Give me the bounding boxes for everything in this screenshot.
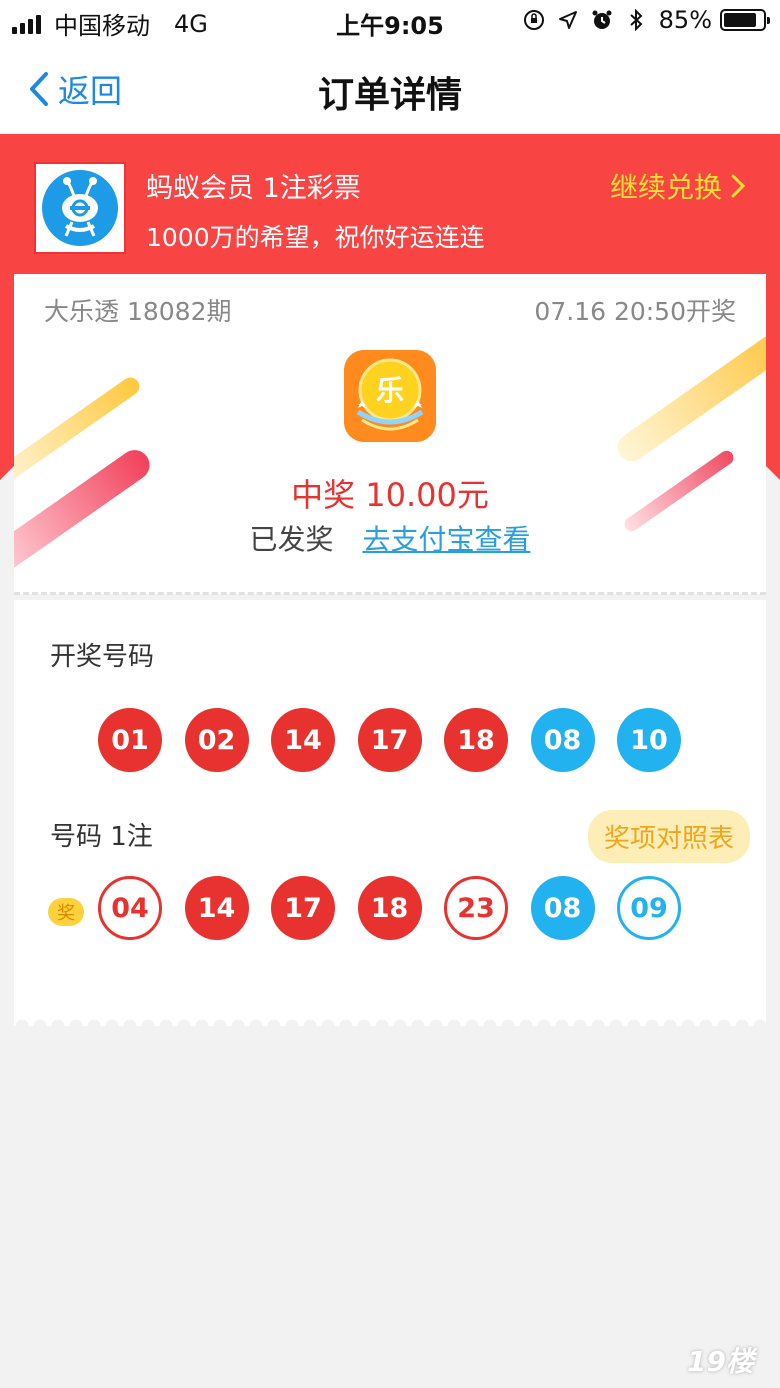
header-corner-right bbox=[764, 464, 780, 480]
number-ball: 14 bbox=[271, 708, 335, 772]
number-ball: 18 bbox=[444, 708, 508, 772]
nav-bar: 返回 订单详情 bbox=[0, 44, 780, 134]
number-ball: 01 bbox=[98, 708, 162, 772]
continue-redeem-link[interactable]: 继续兑换 bbox=[610, 166, 746, 206]
location-icon bbox=[555, 7, 581, 33]
prize-amount: 中奖 10.00元 bbox=[291, 476, 489, 514]
number-ball: 23 bbox=[444, 876, 508, 940]
promo-subtitle: 1000万的希望，祝你好运连连 bbox=[146, 223, 485, 252]
promo-title: 蚂蚁会员 1注彩票 bbox=[146, 173, 361, 204]
bet-numbers-label: 号码 1注 bbox=[50, 822, 153, 852]
battery-icon bbox=[720, 9, 770, 31]
page-title: 订单详情 bbox=[317, 75, 462, 116]
number-ball: 04 bbox=[98, 876, 162, 940]
site-watermark: 19楼 bbox=[687, 1345, 754, 1378]
ant-logo-icon bbox=[42, 170, 118, 246]
battery-percent: 85% bbox=[658, 6, 712, 34]
ticket-scallop-edge bbox=[14, 1016, 766, 1026]
lottery-logo-text: 乐 bbox=[376, 374, 404, 407]
decorative-stripe bbox=[612, 329, 766, 467]
orientation-lock-icon bbox=[521, 7, 547, 33]
lottery-issue: 大乐透 18082期 bbox=[44, 297, 232, 326]
number-ball: 10 bbox=[617, 708, 681, 772]
ticket-divider bbox=[14, 592, 766, 596]
number-ball: 02 bbox=[184, 708, 249, 772]
payout-status: 已发奖 bbox=[249, 523, 334, 556]
draw-numbers-label: 开奖号码 bbox=[50, 642, 155, 672]
number-ball: 14 bbox=[184, 876, 249, 940]
number-ball: 08 bbox=[530, 876, 595, 940]
status-bar: 中国移动 4G 上午9:05 85% bbox=[0, 0, 780, 44]
ant-member-avatar bbox=[34, 162, 126, 254]
win-tag: 奖 bbox=[48, 898, 84, 926]
draw-time: 07.16 20:50开奖 bbox=[534, 297, 736, 326]
bluetooth-icon bbox=[623, 7, 649, 33]
ticket-card: 大乐透 18082期 07.16 20:50开奖 乐 中奖 10.00元 已发奖… bbox=[14, 274, 766, 594]
lottery-logo: 乐 bbox=[344, 350, 436, 442]
number-ball: 17 bbox=[357, 708, 422, 772]
continue-redeem-label: 继续兑换 bbox=[609, 171, 722, 204]
number-ball: 09 bbox=[617, 876, 681, 940]
prize-table-button[interactable]: 奖项对照表 bbox=[587, 810, 750, 863]
payout-status-row: 已发奖 去支付宝查看 bbox=[14, 518, 766, 558]
chevron-right-icon bbox=[731, 174, 746, 198]
view-in-alipay-link[interactable]: 去支付宝查看 bbox=[362, 523, 530, 556]
number-ball: 18 bbox=[357, 876, 422, 940]
number-ball: 17 bbox=[271, 876, 335, 940]
alarm-icon bbox=[589, 7, 615, 33]
numbers-card: 开奖号码 01 02 14 17 18 08 10 号码 1注 奖项对照表 奖 04 14 17… bbox=[14, 600, 766, 1020]
number-ball: 08 bbox=[530, 708, 595, 772]
